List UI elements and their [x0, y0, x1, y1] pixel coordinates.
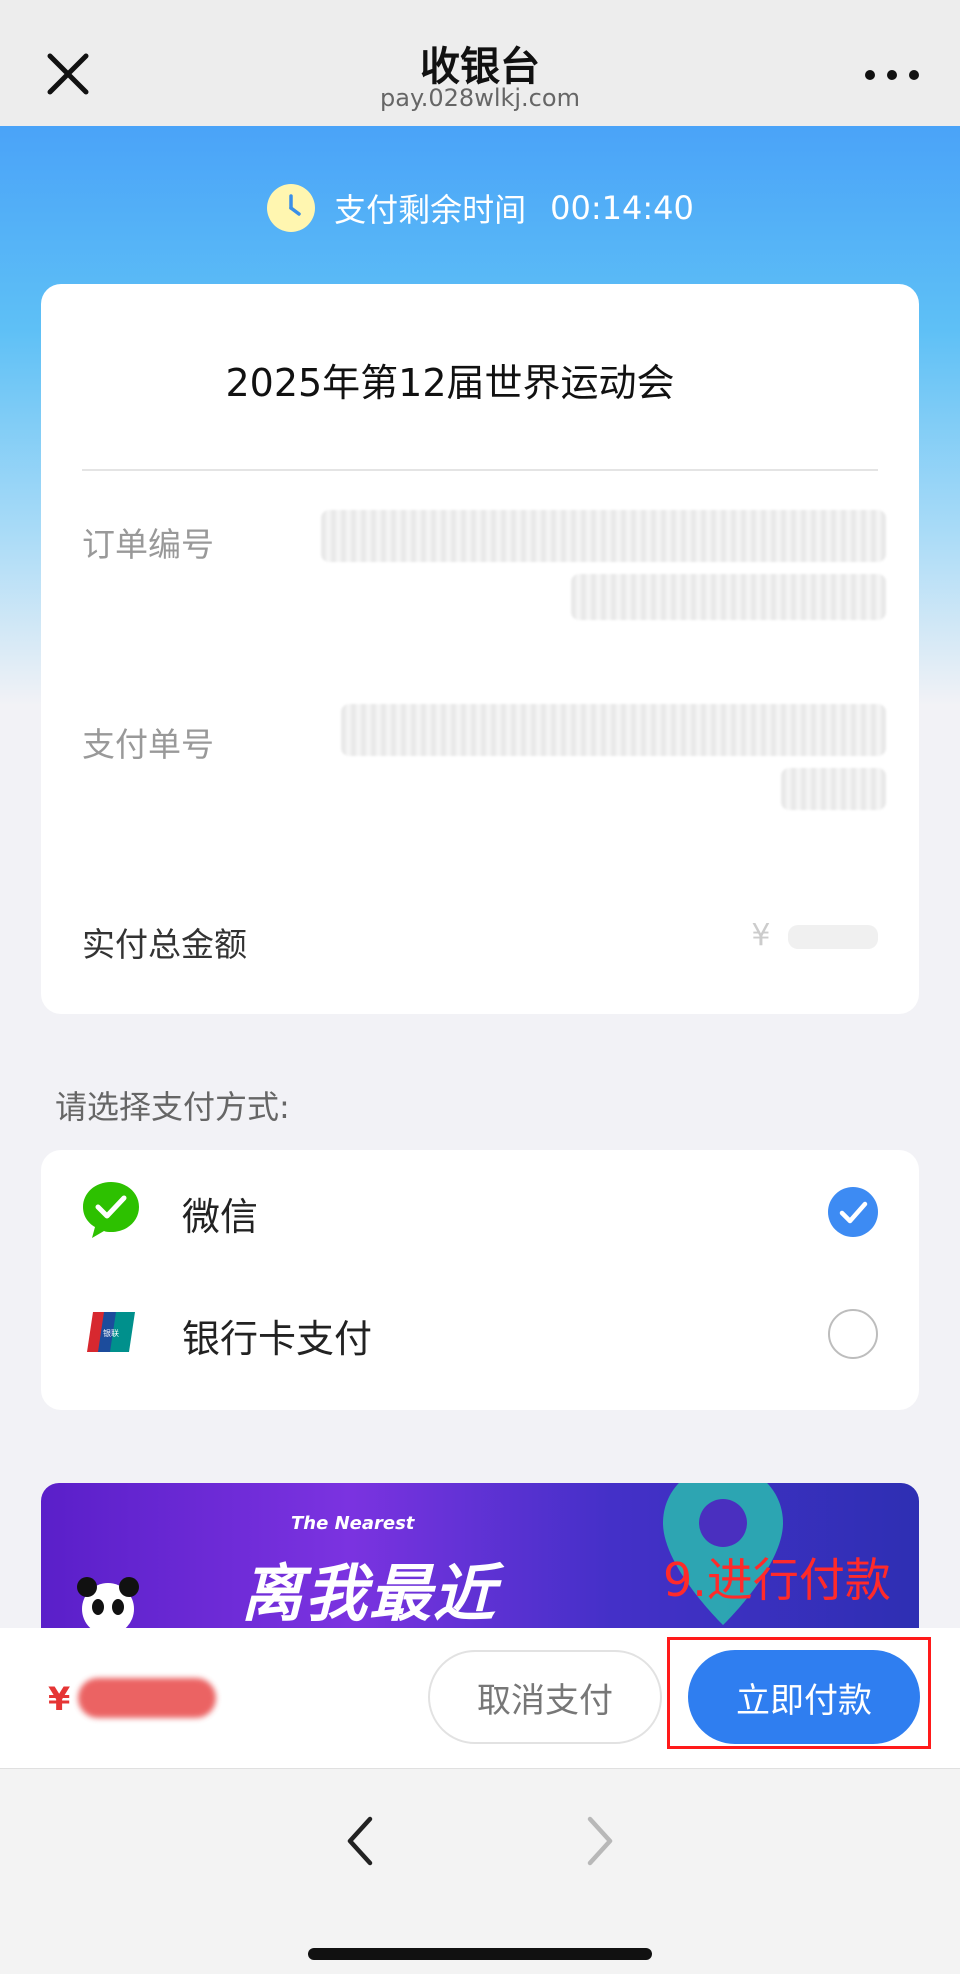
payment-option-label: 银行卡支付: [182, 1317, 373, 1361]
page-url: pay.028wlkj.com: [380, 84, 580, 112]
order-title: 2025年第12届世界运动会: [225, 361, 675, 405]
check-icon: [839, 1201, 868, 1224]
countdown-label: 支付剩余时间: [334, 191, 527, 229]
total-amount-currency: ¥: [751, 918, 771, 953]
payment-method-list: 微信 银联 银行卡支付: [41, 1150, 919, 1410]
home-indicator: [308, 1948, 652, 1960]
panda-mascot-icon: [77, 1577, 139, 1628]
clock-icon: [267, 184, 316, 232]
more-icon[interactable]: [862, 60, 922, 90]
countdown-value: 00:14:40: [550, 189, 694, 227]
payment-method-heading: 请选择支付方式:: [55, 1088, 290, 1126]
divider: [82, 469, 878, 471]
browser-nav-bar: [0, 1768, 960, 1974]
banner-subtitle: The Nearest: [291, 1513, 415, 1534]
order-card: 2025年第12届世界运动会 订单编号 支付单号 实付总金额 ¥: [41, 284, 919, 1014]
back-arrow-icon[interactable]: [340, 1813, 380, 1869]
annotation-text: 9.进行付款: [663, 1553, 891, 1607]
payment-number-value-redacted: [341, 704, 886, 756]
payment-option-bankcard[interactable]: 银联 银行卡支付: [41, 1272, 919, 1392]
payment-option-label: 微信: [182, 1195, 259, 1239]
radio-unchecked[interactable]: [828, 1309, 878, 1359]
bar-currency: ¥: [48, 1680, 71, 1718]
wechat-icon: [83, 1182, 139, 1238]
radio-checked[interactable]: [828, 1187, 878, 1237]
payment-option-wechat[interactable]: 微信: [41, 1150, 919, 1270]
forward-arrow-icon[interactable]: [580, 1813, 620, 1869]
order-number-value-redacted: [321, 510, 886, 562]
bar-amount-redacted: [78, 1678, 216, 1718]
svg-text:银联: 银联: [103, 1328, 119, 1338]
total-amount-value: ¥: [751, 918, 878, 953]
payment-number-value-redacted-2: [781, 768, 886, 810]
banner-title: 离我最近: [241, 1557, 498, 1628]
annotation-highlight-box: [667, 1637, 931, 1749]
title-bar: 收银台 pay.028wlkj.com: [0, 0, 960, 126]
payment-countdown: 支付剩余时间 00:14:40: [0, 178, 960, 238]
cancel-payment-button[interactable]: 取消支付: [428, 1650, 662, 1744]
payment-number-label: 支付单号: [82, 725, 214, 764]
order-number-value-redacted-2: [571, 574, 886, 620]
unionpay-icon: 银联: [87, 1312, 135, 1352]
total-amount-label: 实付总金额: [82, 925, 247, 964]
order-number-label: 订单编号: [82, 525, 214, 564]
